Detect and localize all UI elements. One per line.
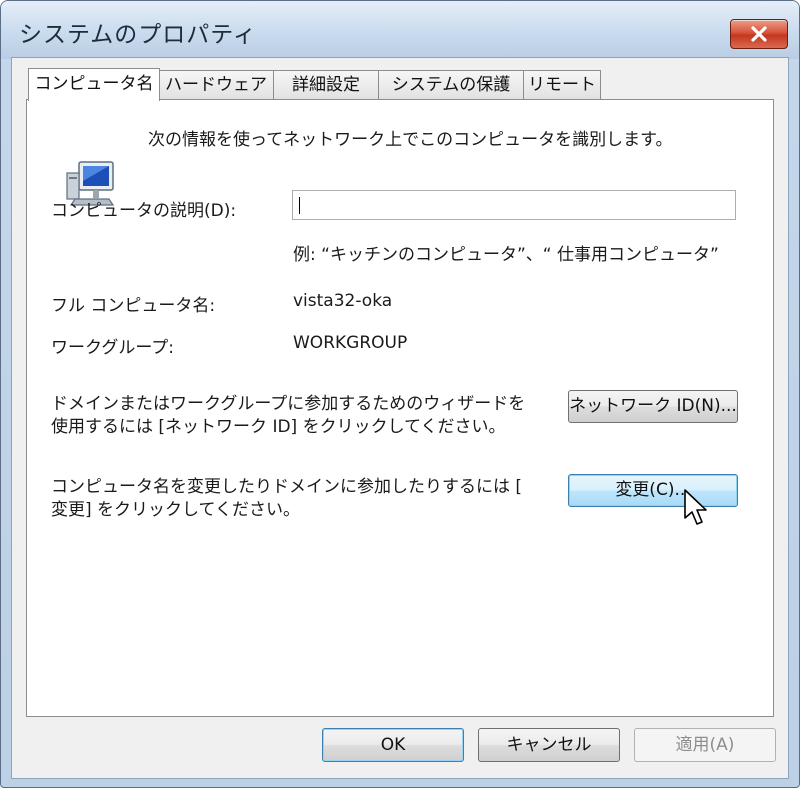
network-id-description-line1: ドメインまたはワークグループに参加するためのウィザードを	[51, 394, 526, 414]
full-computer-name-value: vista32-oka	[293, 291, 393, 311]
apply-button[interactable]: 適用(A)	[634, 728, 776, 762]
workgroup-label: ワークグループ:	[51, 338, 175, 358]
change-description-line2: 変更] をクリックしてください。	[51, 500, 301, 520]
title-bar[interactable]: システムのプロパティ	[1, 1, 799, 59]
close-button[interactable]	[730, 19, 788, 49]
computer-description-input[interactable]	[292, 190, 736, 220]
intro-text: 次の情報を使ってネットワーク上でこのコンピュータを識別します。	[148, 130, 673, 150]
text-caret	[299, 197, 300, 214]
close-icon	[751, 26, 767, 42]
network-id-description-line2: 使用するには [ネットワーク ID] をクリックしてください。	[51, 417, 506, 437]
change-button[interactable]: 変更(C)...	[568, 474, 738, 507]
tab-remote[interactable]: リモート	[523, 70, 601, 99]
dialog-client-area: コンピュータ名 ハードウェア 詳細設定 システムの保護 リモート 次の情報を使っ…	[11, 57, 789, 779]
system-properties-window: システムのプロパティ コンピュータ名 ハードウェア 詳細設定 システムの保護 リ…	[0, 0, 800, 788]
cancel-button[interactable]: キャンセル	[478, 728, 620, 762]
tab-advanced[interactable]: 詳細設定	[273, 70, 379, 99]
mouse-pointer-icon	[684, 489, 707, 525]
computer-name-panel: 次の情報を使ってネットワーク上でこのコンピュータを識別します。 コンピュータの説…	[26, 99, 774, 717]
window-title: システムのプロパティ	[19, 22, 257, 48]
workgroup-value: WORKGROUP	[293, 333, 408, 353]
network-id-button[interactable]: ネットワーク ID(N)...	[568, 390, 738, 423]
ok-button[interactable]: OK	[322, 728, 464, 762]
tab-computer-name[interactable]: コンピュータ名	[28, 68, 160, 101]
tab-system-protection[interactable]: システムの保護	[378, 70, 524, 99]
change-description-line1: コンピュータ名を変更したりドメインに参加したりするには [	[51, 477, 523, 497]
full-computer-name-label: フル コンピュータ名:	[51, 296, 216, 316]
description-example: 例: “キッチンのコンピュータ”、“ 仕事用コンピュータ”	[293, 245, 719, 265]
tab-hardware[interactable]: ハードウェア	[158, 70, 274, 99]
description-label: コンピュータの説明(D):	[51, 201, 237, 221]
